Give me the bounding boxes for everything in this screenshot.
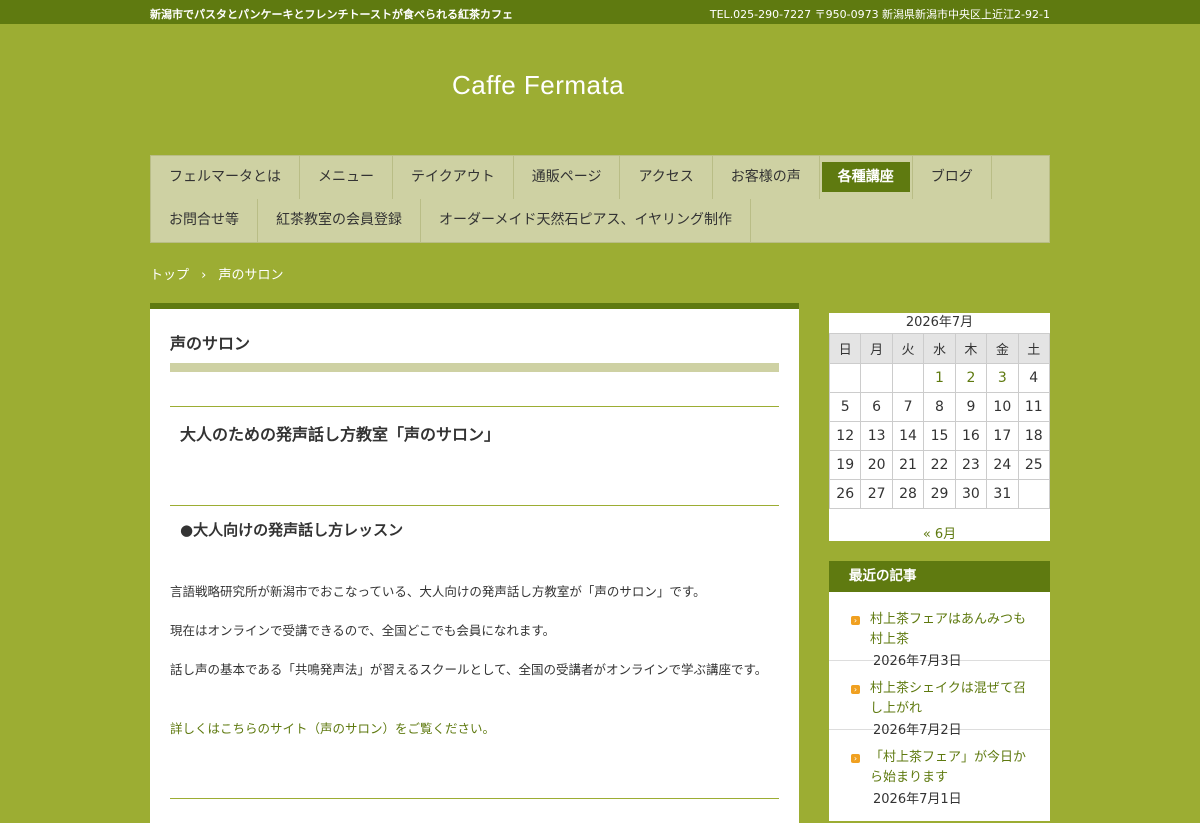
calendar-day: 10: [986, 392, 1019, 422]
nav-item-custom-earrings[interactable]: オーダーメイド天然石ピアス、イヤリング制作: [421, 199, 752, 242]
calendar-week: 5 6 7 8 9 10 11: [828, 392, 1051, 422]
calendar-day: 4: [1017, 363, 1051, 393]
calendar-table: 日月火水木金土 1 2 3 4 5 6 7 8 9 10 11 12 13 14 15 16 17 18 19 20 2…: [828, 333, 1051, 509]
nav-item-access[interactable]: アクセス: [620, 156, 713, 199]
calendar-day: 26: [828, 479, 862, 509]
calendar-day: 9: [954, 392, 988, 422]
calendar-day: 21: [891, 450, 925, 480]
bullet-icon: ›: [851, 685, 860, 694]
calendar-day: 16: [954, 421, 988, 451]
nav-item-blog[interactable]: ブログ: [913, 156, 992, 199]
divider: [170, 406, 779, 407]
list-item: › 村上茶シェイクは混ぜて召し上がれ 2026年7月2日: [829, 661, 1050, 738]
calendar-day: 8: [923, 392, 956, 422]
breadcrumb-home[interactable]: トップ: [150, 268, 189, 283]
main-content: 声のサロン 大人のための発声話し方教室「声のサロン」 ●大人向けの発声話し方レッ…: [150, 303, 799, 823]
breadcrumb: トップ › 声のサロン: [150, 264, 284, 283]
contact-info: TEL.025-290-7227 〒950-0973 新潟県新潟市中央区上近江2…: [709, 8, 1050, 21]
calendar-day: 18: [1017, 421, 1051, 451]
nav-item-shop[interactable]: 通販ページ: [514, 156, 621, 199]
calendar-day: 25: [1017, 450, 1051, 480]
title-underline: [170, 363, 779, 372]
calendar-weekday: 月: [860, 333, 893, 364]
calendar-day: 5: [828, 392, 862, 422]
paragraph: 話し声の基本である「共鳴発声法」が習えるスクールとして、全国の受講者がオンライン…: [170, 662, 768, 677]
section-subheading: ●大人向けの発声話し方レッスン: [180, 521, 404, 539]
site-tagline: 新潟市でパスタとパンケーキとフレンチトーストが食べられる紅茶カフェ: [150, 8, 513, 21]
nav-item-voices[interactable]: お客様の声: [713, 156, 820, 199]
nav-item-menu[interactable]: メニュー: [300, 156, 393, 199]
calendar-weekday: 水: [923, 333, 956, 364]
nav-item-takeout[interactable]: テイクアウト: [393, 156, 514, 199]
calendar-day: 28: [891, 479, 925, 509]
breadcrumb-current: 声のサロン: [218, 268, 284, 283]
calendar-day: 27: [860, 479, 893, 509]
calendar-day: 17: [986, 421, 1019, 451]
bullet-icon: ›: [851, 616, 860, 625]
recent-post-link[interactable]: 村上茶シェイクは混ぜて召し上がれ: [870, 679, 1035, 719]
bullet-icon: ›: [851, 754, 860, 763]
calendar-week: 12 13 14 15 16 17 18: [828, 421, 1051, 451]
calendar-day: 19: [828, 450, 862, 480]
nav-item-contact[interactable]: お問合せ等: [151, 199, 258, 242]
calendar-day: 14: [891, 421, 925, 451]
calendar-caption: 2026年7月: [905, 315, 974, 330]
calendar-day: 22: [923, 450, 956, 480]
calendar-day: 31: [986, 479, 1019, 509]
calendar-empty-cell: [891, 363, 925, 393]
recent-posts-heading: 最近の記事: [829, 561, 1050, 592]
calendar-day: 20: [860, 450, 893, 480]
divider: [170, 505, 779, 506]
calendar-empty-cell: [828, 363, 862, 393]
divider: [170, 798, 779, 799]
calendar-day: 11: [1017, 392, 1051, 422]
calendar-week: 19 20 21 22 23 24 25: [828, 450, 1051, 480]
nav-item-courses[interactable]: 各種講座: [820, 156, 913, 199]
calendar-day: 13: [860, 421, 893, 451]
site-title[interactable]: Caffe Fermata: [452, 70, 624, 101]
calendar-prev-month-link[interactable]: « 6月: [829, 523, 1050, 542]
section-heading: 大人のための発声話し方教室「声のサロン」: [180, 425, 501, 444]
nav-row-2: お問合せ等 紅茶教室の会員登録 オーダーメイド天然石ピアス、イヤリング制作: [151, 199, 752, 242]
calendar-weekday: 土: [1017, 333, 1051, 364]
calendar-day[interactable]: 2: [954, 363, 988, 393]
calendar-day: 23: [954, 450, 988, 480]
page-title: 声のサロン: [170, 334, 251, 353]
list-item: › 村上茶フェアはあんみつも村上茶 2026年7月3日: [829, 592, 1050, 669]
calendar-day[interactable]: 1: [923, 363, 956, 393]
list-item: › 「村上茶フェア」が今日から始まります 2026年7月1日: [829, 730, 1050, 821]
top-info-bar: 新潟市でパスタとパンケーキとフレンチトーストが食べられる紅茶カフェ TEL.02…: [0, 0, 1200, 24]
paragraph: 現在はオンラインで受講できるので、全国どこでも会員になれます。: [170, 623, 556, 638]
calendar-day: 24: [986, 450, 1019, 480]
global-nav: フェルマータとは メニュー テイクアウト 通販ページ アクセス お客様の声 各種…: [150, 155, 1050, 243]
calendar-week: 1234: [828, 363, 1051, 393]
paragraph: 言語戦略研究所が新潟市でおこなっている、大人向けの発声話し方教室が「声のサロン」…: [170, 584, 706, 599]
nav-row-1: フェルマータとは メニュー テイクアウト 通販ページ アクセス お客様の声 各種…: [151, 156, 992, 199]
calendar-week: 26 27 28 29 30 31: [828, 479, 1051, 509]
nav-item-about[interactable]: フェルマータとは: [151, 156, 300, 199]
calendar-day: 7: [891, 392, 925, 422]
calendar-weekday: 日: [828, 333, 862, 364]
nav-item-tea-class-register[interactable]: 紅茶教室の会員登録: [258, 199, 421, 242]
calendar-day: 15: [923, 421, 956, 451]
calendar-weekday: 木: [954, 333, 988, 364]
recent-post-link[interactable]: 村上茶フェアはあんみつも村上茶: [870, 610, 1035, 650]
calendar-day: 6: [860, 392, 893, 422]
calendar-empty-cell: [860, 363, 893, 393]
calendar-weekday: 金: [986, 333, 1019, 364]
recent-posts-widget: 最近の記事 › 村上茶フェアはあんみつも村上茶 2026年7月3日 › 村上茶シ…: [829, 561, 1050, 821]
calendar-day: 30: [954, 479, 988, 509]
breadcrumb-separator: ›: [201, 268, 207, 283]
calendar-day[interactable]: 3: [986, 363, 1019, 393]
recent-post-link[interactable]: 「村上茶フェア」が今日から始まります: [870, 748, 1035, 788]
detail-link[interactable]: 詳しくはこちらのサイト（声のサロン）をご覧ください。: [170, 719, 770, 739]
calendar-day: 29: [923, 479, 956, 509]
calendar-widget: 2026年7月 日月火水木金土 1 2 3 4 5 6 7 8 9 10 11 12 13 14 15 16 1…: [828, 313, 1051, 542]
calendar-day: 12: [828, 421, 862, 451]
recent-post-date: 2026年7月1日: [873, 792, 962, 807]
calendar-weekday: 火: [891, 333, 925, 364]
calendar-empty-cell: [1017, 479, 1051, 509]
